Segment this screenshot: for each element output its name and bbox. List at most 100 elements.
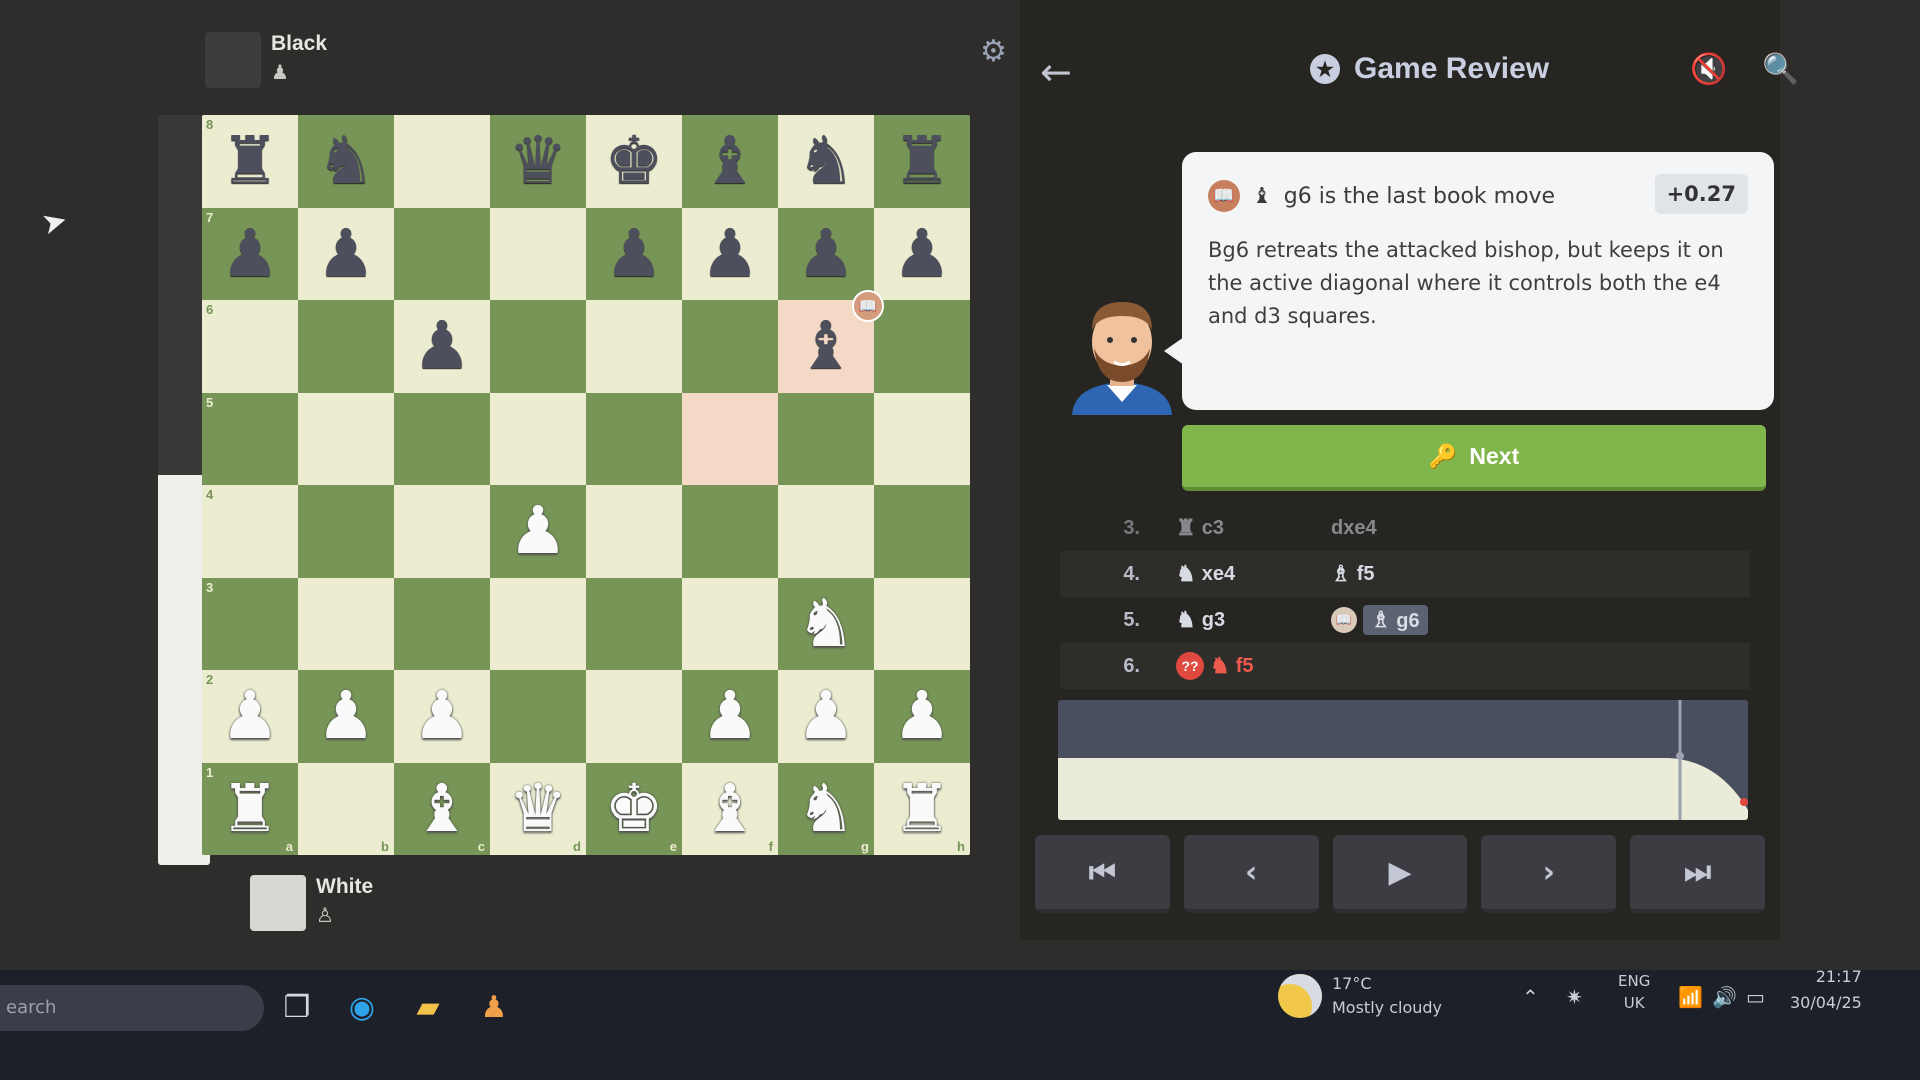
last-move-button[interactable]: ⏭ — [1630, 835, 1765, 913]
square-a1[interactable]: 1 a ♜ — [202, 762, 298, 855]
square-a2[interactable]: 2 ♟ — [202, 670, 298, 763]
square-e5[interactable] — [586, 392, 682, 485]
black-rook-icon[interactable]: ♜ — [892, 128, 951, 194]
white-pawn-icon[interactable]: ♟ — [220, 683, 279, 749]
square-a6[interactable]: 6 — [202, 300, 298, 393]
white-move[interactable]: ♞ g3 — [1176, 607, 1331, 633]
square-f8[interactable]: ♝ — [682, 115, 778, 208]
square-c6[interactable]: ♟ — [394, 300, 490, 393]
square-b8[interactable]: ♞ — [298, 115, 394, 208]
file-explorer-icon[interactable]: ▰ — [406, 985, 450, 1029]
evaluation-graph[interactable] — [1058, 700, 1748, 820]
square-f2[interactable]: ♟ — [682, 670, 778, 763]
square-d2[interactable] — [490, 670, 586, 763]
square-b2[interactable]: ♟ — [298, 670, 394, 763]
square-b3[interactable] — [298, 577, 394, 670]
square-e1[interactable]: e ♚ — [586, 762, 682, 855]
square-f6[interactable] — [682, 300, 778, 393]
square-g8[interactable]: ♞ — [778, 115, 874, 208]
brightness-icon[interactable]: ✷ — [1566, 985, 1583, 1009]
black-pawn-icon[interactable]: ♟ — [412, 313, 471, 379]
square-d6[interactable] — [490, 300, 586, 393]
move-row[interactable]: 4. ♞ xe4 ♗ f5 — [1060, 551, 1750, 597]
square-g4[interactable] — [778, 485, 874, 578]
square-a5[interactable]: 5 — [202, 392, 298, 485]
square-a8[interactable]: 8 ♜ — [202, 115, 298, 208]
black-move[interactable]: dxe4 — [1331, 517, 1531, 540]
square-c8[interactable] — [394, 115, 490, 208]
black-bishop-icon[interactable]: ♝ — [700, 128, 759, 194]
square-b5[interactable] — [298, 392, 394, 485]
square-d7[interactable] — [490, 207, 586, 300]
square-b7[interactable]: ♟ — [298, 207, 394, 300]
chess-board[interactable]: 8 ♜ ♞ ♛ ♚ ♝ ♞ ♜ 7 ♟ ♟ ♟ ♟ ♟ ♟ 6 ♟ ♝ 📖 5 4 ♟ 3 ♞ 2 ♟ ♟ ♟ ♟ ♟ ♟ 1 a ♜ b c ♝ d ♛ e… — [202, 115, 970, 855]
square-c5[interactable] — [394, 392, 490, 485]
black-king-icon[interactable]: ♚ — [604, 128, 663, 194]
square-g1[interactable]: g ♞ — [778, 762, 874, 855]
weather-widget[interactable]: 17°C Mostly cloudy — [1278, 972, 1442, 1020]
black-move[interactable]: 📖 ♗ g6 — [1331, 605, 1531, 635]
white-knight-icon[interactable]: ♞ — [796, 775, 855, 842]
square-g5[interactable] — [778, 392, 874, 485]
square-g2[interactable]: ♟ — [778, 670, 874, 763]
arrow-left-icon[interactable]: ← — [1040, 50, 1072, 94]
sound-off-icon[interactable]: 🔇 — [1690, 52, 1727, 87]
square-c1[interactable]: c ♝ — [394, 762, 490, 855]
next-button[interactable]: 🔑 Next — [1182, 425, 1766, 491]
volume-icon[interactable]: 🔊 — [1712, 985, 1737, 1009]
square-h5[interactable] — [874, 392, 970, 485]
square-g7[interactable]: ♟ — [778, 207, 874, 300]
next-move-button[interactable]: › — [1481, 835, 1617, 913]
white-pawn-icon[interactable]: ♟ — [892, 683, 951, 749]
square-d8[interactable]: ♛ — [490, 115, 586, 208]
previous-move-button[interactable]: ‹ — [1183, 835, 1319, 913]
square-h4[interactable] — [874, 485, 970, 578]
square-f5[interactable] — [682, 392, 778, 485]
black-move[interactable]: ♗ f5 — [1331, 561, 1531, 587]
square-d5[interactable] — [490, 392, 586, 485]
square-h6[interactable] — [874, 300, 970, 393]
square-e4[interactable] — [586, 485, 682, 578]
white-bishop-icon[interactable]: ♝ — [700, 775, 759, 842]
square-b4[interactable] — [298, 485, 394, 578]
white-pawn-icon[interactable]: ♟ — [796, 683, 855, 749]
gear-icon[interactable]: ⚙ — [980, 34, 1007, 69]
black-pawn-icon[interactable]: ♟ — [220, 220, 279, 287]
square-a7[interactable]: 7 ♟ — [202, 207, 298, 300]
black-rook-icon[interactable]: ♜ — [220, 128, 279, 194]
black-pawn-icon[interactable]: ♟ — [604, 220, 663, 287]
square-f3[interactable] — [682, 577, 778, 670]
white-knight-icon[interactable]: ♞ — [796, 590, 855, 657]
move-row[interactable]: 5. ♞ g3 📖 ♗ g6 — [1060, 597, 1750, 643]
language-indicator[interactable]: ENG UK — [1618, 970, 1650, 1014]
square-f7[interactable]: ♟ — [682, 207, 778, 300]
square-a3[interactable]: 3 — [202, 577, 298, 670]
square-f4[interactable] — [682, 485, 778, 578]
black-pawn-icon[interactable]: ♟ — [700, 220, 759, 287]
black-pawn-icon[interactable]: ♟ — [796, 220, 855, 287]
square-c7[interactable] — [394, 207, 490, 300]
task-view-icon[interactable]: ❐ — [275, 985, 319, 1029]
square-e6[interactable] — [586, 300, 682, 393]
black-knight-icon[interactable]: ♞ — [316, 128, 375, 194]
square-h8[interactable]: ♜ — [874, 115, 970, 208]
black-pawn-icon[interactable]: ♟ — [316, 220, 375, 287]
square-d4[interactable]: ♟ — [490, 485, 586, 578]
square-h7[interactable]: ♟ — [874, 207, 970, 300]
square-f1[interactable]: f ♝ — [682, 762, 778, 855]
square-g6[interactable]: ♝ 📖 — [778, 290, 884, 393]
black-knight-icon[interactable]: ♞ — [796, 128, 855, 194]
square-d1[interactable]: d ♛ — [490, 762, 586, 855]
square-c4[interactable] — [394, 485, 490, 578]
white-pawn-icon[interactable]: ♟ — [700, 683, 759, 749]
white-bishop-icon[interactable]: ♝ — [412, 775, 471, 842]
square-a4[interactable]: 4 — [202, 485, 298, 578]
square-e2[interactable] — [586, 670, 682, 763]
square-b1[interactable]: b — [298, 762, 394, 855]
square-c3[interactable] — [394, 577, 490, 670]
square-g3[interactable]: ♞ — [778, 577, 874, 670]
white-move[interactable]: ♞ xe4 — [1176, 561, 1331, 587]
chevron-up-icon[interactable]: ⌃ — [1522, 985, 1539, 1009]
white-king-icon[interactable]: ♚ — [604, 775, 663, 842]
current-move[interactable]: ♗ g6 — [1363, 605, 1428, 635]
